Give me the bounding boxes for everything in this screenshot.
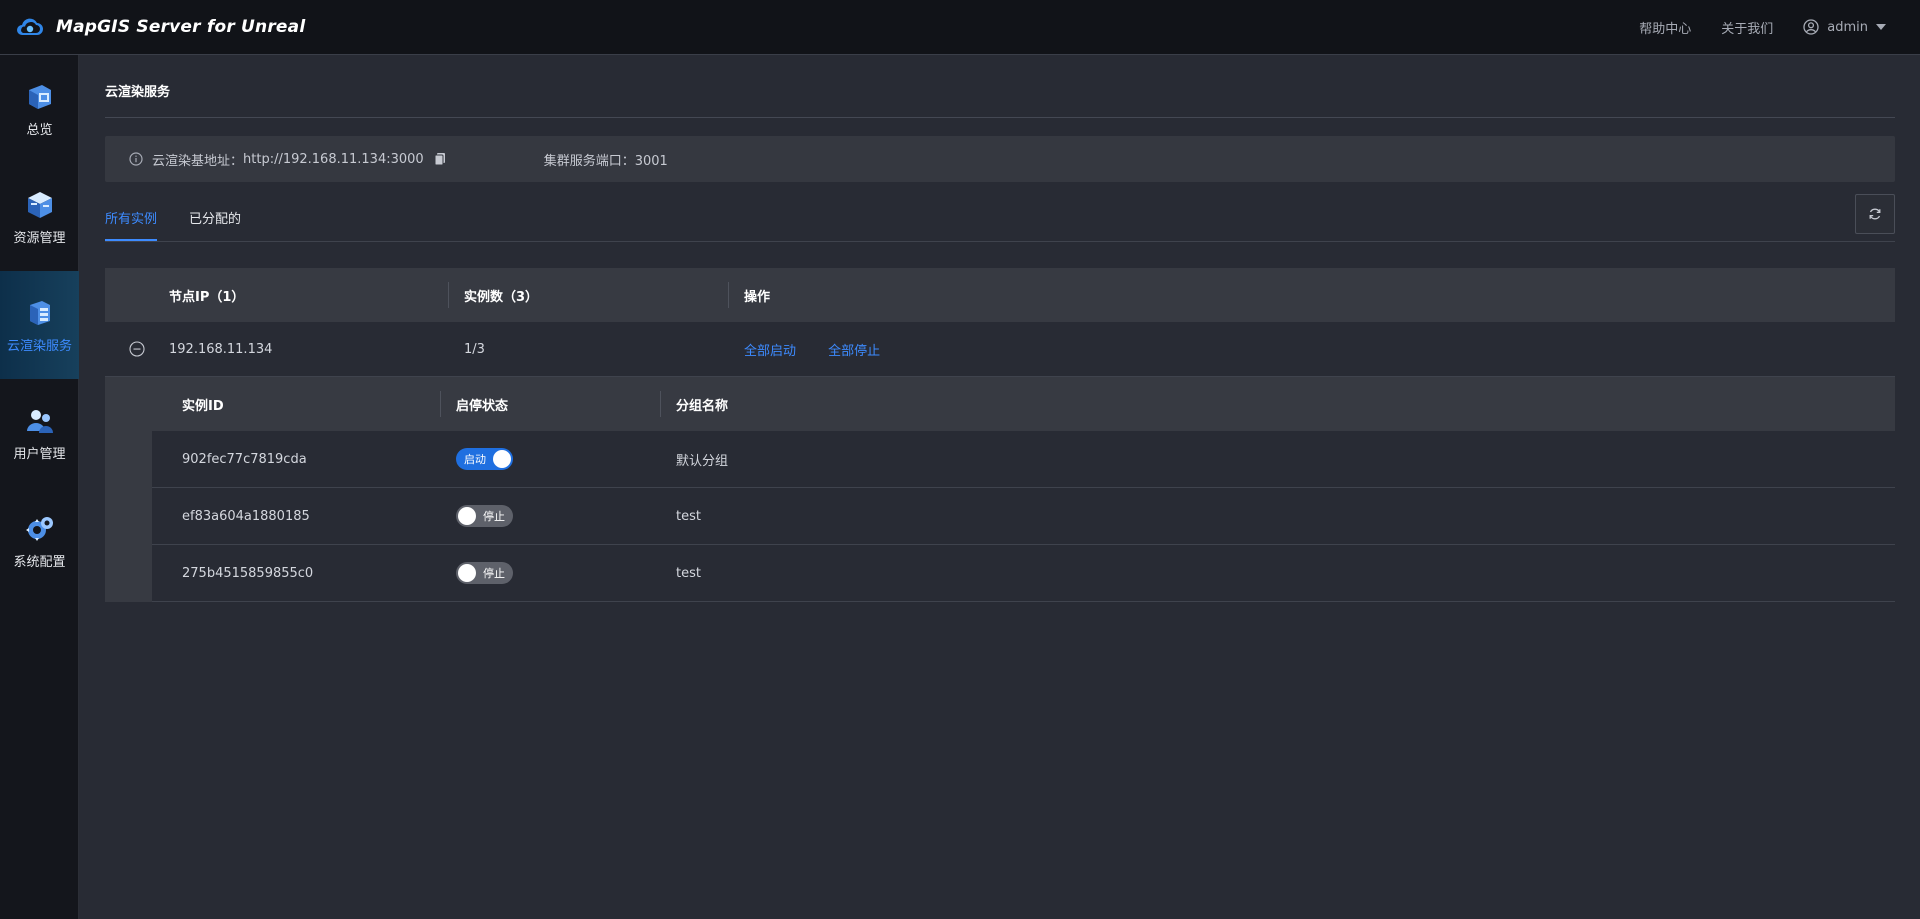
- table-row: 275b4515859855c0 停止 test: [152, 545, 1895, 602]
- column-header-label: 实例ID: [182, 398, 224, 414]
- instance-subtable-wrapper: 实例ID 启停状态 分组名称 902fec77c7819cda 启动 默认分组 …: [105, 377, 1895, 602]
- system-config-icon: [25, 516, 53, 541]
- sidebar-item-user-management[interactable]: 用户管理: [0, 379, 79, 487]
- collapse-icon[interactable]: [129, 341, 145, 357]
- column-header-label: 分组名称: [676, 398, 729, 414]
- column-header-status: 启停状态: [440, 377, 660, 431]
- page-title: 云渲染服务: [105, 55, 1895, 118]
- refresh-icon: [1869, 208, 1881, 220]
- expand-column-header: [105, 268, 169, 322]
- start-all-link[interactable]: 全部启动: [744, 344, 796, 359]
- table-row: ef83a604a1880185 停止 test: [152, 488, 1895, 545]
- column-header-group-name: 分组名称: [660, 377, 1895, 431]
- sidebar-item-label: 系统配置: [13, 554, 66, 570]
- overview-icon: [28, 84, 51, 109]
- resource-icon: [27, 191, 52, 218]
- about-us-link[interactable]: 关于我们: [1721, 18, 1773, 37]
- sidebar-item-overview[interactable]: 总览: [0, 55, 79, 163]
- column-header-label: 实例数（3）: [464, 289, 539, 305]
- status-cell: 启动: [440, 448, 660, 470]
- toggle-label: 停止: [483, 510, 505, 523]
- toggle-knob: [458, 564, 476, 582]
- tab-all-instances[interactable]: 所有实例: [105, 208, 158, 241]
- sidebar-item-label: 云渲染服务: [6, 338, 72, 354]
- table-row: 902fec77c7819cda 启动 默认分组: [152, 431, 1895, 488]
- table-header: 节点IP（1） 实例数（3） 操作: [105, 268, 1895, 322]
- subtable-gutter: [105, 377, 152, 602]
- user-avatar-icon: [1803, 19, 1819, 35]
- instance-id: ef83a604a1880185: [182, 508, 310, 524]
- user-menu[interactable]: admin: [1803, 19, 1886, 35]
- node-table: 节点IP（1） 实例数（3） 操作 192.168.11.134 1/3 全部启…: [105, 268, 1895, 602]
- info-icon: [129, 152, 143, 166]
- cluster-port-value: 3001: [634, 153, 668, 169]
- sidebar-item-cloud-render[interactable]: 云渲染服务: [0, 271, 79, 379]
- column-header-label: 操作: [744, 289, 771, 305]
- sidebar-item-label: 资源管理: [13, 230, 66, 246]
- cloud-logo-icon: [17, 18, 43, 35]
- app-title: MapGIS Server for Unreal: [56, 17, 306, 37]
- header-actions: 帮助中心 关于我们 admin: [1609, 18, 1920, 37]
- instance-toggle[interactable]: 停止: [456, 562, 513, 584]
- base-address-value: http://192.168.11.134:3000: [243, 151, 424, 167]
- instance-toggle[interactable]: 启动: [456, 448, 513, 470]
- column-header-node-ip: 节点IP（1）: [169, 268, 448, 322]
- stop-all-link[interactable]: 全部停止: [828, 344, 880, 359]
- node-instance-count: 1/3: [464, 341, 485, 357]
- instance-id: 902fec77c7819cda: [182, 451, 307, 467]
- user-management-icon: [26, 409, 53, 433]
- column-header-instance-id: 实例ID: [152, 377, 440, 431]
- node-ip: 192.168.11.134: [169, 341, 273, 357]
- table-row: 192.168.11.134 1/3 全部启动 全部停止: [105, 322, 1895, 377]
- toggle-knob: [458, 507, 476, 525]
- column-header-label: 启停状态: [456, 398, 509, 414]
- logo[interactable]: MapGIS Server for Unreal: [0, 16, 305, 38]
- toggle-label: 停止: [483, 567, 505, 580]
- instance-subtable: 实例ID 启停状态 分组名称 902fec77c7819cda 启动 默认分组 …: [152, 377, 1895, 602]
- sidebar-item-label: 用户管理: [13, 446, 66, 462]
- column-header-actions: 操作: [728, 268, 1895, 322]
- help-center-link[interactable]: 帮助中心: [1639, 18, 1691, 37]
- sidebar-item-label: 总览: [26, 122, 53, 138]
- cluster-port-label: 集群服务端口：: [543, 153, 635, 169]
- toggle-label: 启动: [464, 453, 486, 466]
- group-name: test: [676, 508, 701, 524]
- tab-assigned[interactable]: 已分配的: [189, 208, 241, 241]
- subtable-header: 实例ID 启停状态 分组名称: [152, 377, 1895, 431]
- column-header-instance-count: 实例数（3）: [448, 268, 728, 322]
- cluster-port: 集群服务端口：3001: [544, 150, 668, 169]
- sidebar-item-system-config[interactable]: 系统配置: [0, 487, 79, 595]
- status-cell: 停止: [440, 562, 660, 584]
- sidebar-item-resource-management[interactable]: 资源管理: [0, 163, 79, 271]
- status-cell: 停止: [440, 505, 660, 527]
- username: admin: [1827, 19, 1868, 35]
- refresh-button[interactable]: [1855, 194, 1895, 234]
- info-bar: 云渲染基地址： http://192.168.11.134:3000 集群服务端…: [105, 136, 1895, 182]
- group-name: 默认分组: [676, 453, 729, 469]
- sidebar: 总览 资源管理 云渲染服务 用户管理 系统配置: [0, 55, 79, 919]
- chevron-down-icon: [1876, 24, 1886, 30]
- main-content: 云渲染服务 云渲染基地址： http://192.168.11.134:3000…: [105, 55, 1895, 602]
- top-header: MapGIS Server for Unreal 帮助中心 关于我们 admin: [0, 0, 1920, 55]
- base-address-label: 云渲染基地址：: [152, 153, 244, 169]
- instance-id: 275b4515859855c0: [182, 565, 314, 581]
- column-header-label: 节点IP（1）: [169, 289, 245, 305]
- cloud-render-icon: [29, 300, 50, 325]
- node-actions: 全部启动 全部停止: [744, 340, 880, 359]
- instance-toggle[interactable]: 停止: [456, 505, 513, 527]
- group-name: test: [676, 565, 701, 581]
- expand-cell: [105, 341, 169, 357]
- tabs: 所有实例 已分配的: [105, 194, 1895, 242]
- toggle-knob: [493, 450, 511, 468]
- copy-icon[interactable]: [434, 152, 446, 166]
